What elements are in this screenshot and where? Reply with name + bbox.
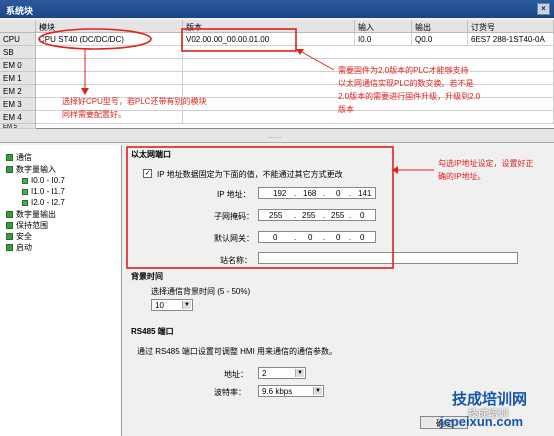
ip-address-label: IP 地址： bbox=[217, 190, 251, 199]
row-label-cpu[interactable]: CPU bbox=[0, 33, 36, 46]
column-header-input[interactable]: 输入 bbox=[355, 20, 412, 33]
column-header-version[interactable]: 版本 bbox=[183, 20, 355, 33]
row-label-em4[interactable]: EM 4 bbox=[0, 111, 36, 124]
background-time-heading: 背景时间 bbox=[131, 272, 163, 281]
cpu-annotation: 选择好CPU型号，若PLC还带有别的模块 同样需要配置好。 bbox=[62, 97, 207, 119]
row-label-em1[interactable]: EM 1 bbox=[0, 72, 36, 85]
column-header-output[interactable]: 输出 bbox=[412, 20, 468, 33]
tree-leaf-icon bbox=[22, 189, 28, 195]
background-time-label: 选择通信背景时间 (5 - 50%) bbox=[151, 287, 251, 296]
tree-node-icon bbox=[6, 211, 13, 218]
baud-rate-value: 9.6 kbps bbox=[262, 387, 293, 396]
cpu-order-cell: 6ES7 288-1ST40-0A bbox=[468, 33, 554, 46]
em1-module-cell[interactable] bbox=[36, 72, 183, 85]
rs485-description: 通过 RS485 端口设置可调整 HMI 用来通信的通信参数。 bbox=[137, 347, 338, 356]
tree-node-icon bbox=[6, 222, 13, 229]
em0-module-cell[interactable] bbox=[36, 59, 183, 72]
column-header-module[interactable]: 模块 bbox=[36, 20, 183, 33]
fixed-ip-label: IP 地址数据固定为下面的值，不能通过其它方式更改 bbox=[157, 170, 343, 179]
background-time-value: 10 bbox=[155, 301, 164, 310]
window-titlebar: 系统块 × bbox=[0, 0, 554, 18]
tree-item-startup[interactable]: 启动 bbox=[6, 242, 32, 253]
subnet-mask-label: 子网掩码： bbox=[214, 212, 254, 221]
cpu-module-cell[interactable]: CPU ST40 (DC/DC/DC) bbox=[36, 33, 183, 46]
background-time-select[interactable]: 10 ▼ bbox=[151, 299, 193, 311]
ip-annotation: 勾选IP地址设定，设置好正 确的IP地址。 bbox=[438, 159, 534, 181]
tree-node-icon bbox=[6, 166, 13, 173]
rs485-address-label: 地址： bbox=[224, 370, 248, 379]
tree-item-i1[interactable]: I1.0 - I1.7 bbox=[22, 187, 65, 196]
splitter-grip[interactable]: ...... bbox=[268, 131, 281, 140]
sb-empty-cell bbox=[183, 46, 554, 59]
row-label-em3[interactable]: EM 3 bbox=[0, 98, 36, 111]
row-label-em2[interactable]: EM 2 bbox=[0, 85, 36, 98]
tree-leaf-icon bbox=[22, 178, 28, 184]
station-name-label: 站名称： bbox=[220, 256, 252, 265]
tree-item-retentive[interactable]: 保持范围 bbox=[6, 220, 48, 231]
close-button[interactable]: × bbox=[537, 3, 550, 15]
watermark-account: 技成培训 bbox=[468, 409, 508, 420]
sb-module-cell[interactable] bbox=[36, 46, 183, 59]
tree-item-i0[interactable]: I0.0 - I0.7 bbox=[22, 176, 65, 185]
station-name-field[interactable] bbox=[258, 252, 518, 264]
row-label-sb[interactable]: SB bbox=[0, 46, 36, 59]
cpu-input-cell: I0.0 bbox=[355, 33, 412, 46]
tree-item-digital-input[interactable]: 数字量输入 bbox=[6, 164, 56, 175]
tree-node-icon bbox=[6, 233, 13, 240]
chevron-down-icon[interactable]: ▼ bbox=[313, 387, 322, 395]
ethernet-heading: 以太网端口 bbox=[131, 150, 171, 159]
default-gateway-field[interactable]: 0 . 0 . 0 . 0 bbox=[258, 231, 376, 243]
chevron-down-icon[interactable]: ▼ bbox=[182, 301, 191, 309]
rs485-address-value: 2 bbox=[262, 369, 267, 378]
ip-address-field[interactable]: 192 . 168 . 0 . 141 bbox=[258, 187, 376, 199]
tree-item-communication[interactable]: 通信 bbox=[6, 152, 32, 163]
rs485-address-select[interactable]: 2 ▼ bbox=[258, 367, 306, 379]
settings-tree: 通信 数字量输入 I0.0 - I0.7 I1.0 - I1.7 I2.0 - … bbox=[0, 145, 122, 436]
default-gateway-label: 默认网关： bbox=[214, 234, 254, 243]
fixed-ip-checkbox[interactable]: ✓ bbox=[143, 169, 152, 178]
window-title: 系统块 bbox=[6, 6, 34, 16]
tree-item-digital-output[interactable]: 数字量输出 bbox=[6, 209, 56, 220]
subnet-mask-field[interactable]: 255 . 255 . 255 . 0 bbox=[258, 209, 376, 221]
row-label-em0[interactable]: EM 0 bbox=[0, 59, 36, 72]
cpu-version-cell: V02.00.00_00.00.01.00 bbox=[183, 33, 355, 46]
tree-node-icon bbox=[6, 244, 13, 251]
grid-corner bbox=[0, 20, 36, 33]
chevron-down-icon[interactable]: ▼ bbox=[295, 369, 304, 377]
pane-splitter[interactable]: ...... bbox=[0, 129, 554, 143]
tree-node-icon bbox=[6, 154, 13, 161]
column-header-order[interactable]: 订货号 bbox=[468, 20, 554, 33]
tree-leaf-icon bbox=[22, 200, 28, 206]
tree-item-security[interactable]: 安全 bbox=[6, 231, 32, 242]
firmware-annotation: 需要固件为2.0版本的PLC才能够支持 以太网通信实现PLC的数交换。若不是 2… bbox=[338, 66, 481, 114]
baud-rate-select[interactable]: 9.6 kbps ▼ bbox=[258, 385, 324, 397]
tree-item-i2[interactable]: I2.0 - I2.7 bbox=[22, 198, 65, 207]
cpu-output-cell: Q0.0 bbox=[412, 33, 468, 46]
baud-rate-label: 波特率： bbox=[214, 388, 246, 397]
rs485-heading: RS485 端口 bbox=[131, 327, 174, 336]
